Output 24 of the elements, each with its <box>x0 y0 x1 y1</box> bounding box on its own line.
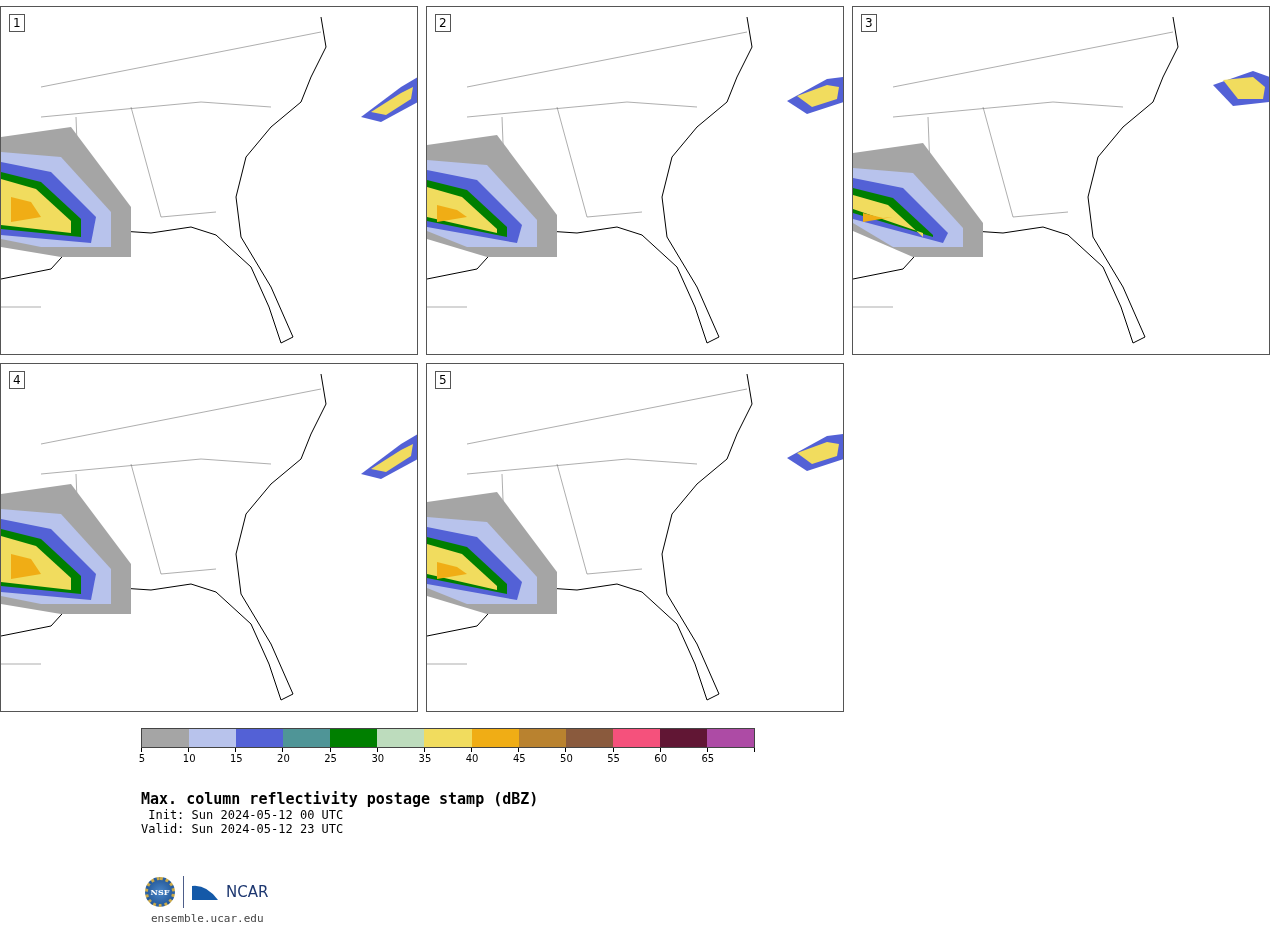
panel-label: 1 <box>9 14 25 32</box>
tick-label: 45 <box>512 753 526 764</box>
tick-label: 5 <box>138 753 146 764</box>
tick-label: 10 <box>182 753 196 764</box>
panel-label: 4 <box>9 371 25 389</box>
panel-label: 5 <box>435 371 451 389</box>
tick-label: 15 <box>229 753 243 764</box>
tick-label: 20 <box>277 753 290 764</box>
tick-label: 35 <box>418 753 432 764</box>
tick-label: 40 <box>465 753 479 764</box>
chart-title: Max. column reflectivity postage stamp (dBZ) <box>141 790 540 808</box>
init-time: Init: Sun 2024-05-12 00 UTC <box>147 808 345 822</box>
tick-label: 60 <box>654 753 668 764</box>
tick-label: 50 <box>560 753 573 764</box>
ncar-logo: NCAR <box>226 883 269 901</box>
tick-label: 65 <box>701 753 715 764</box>
tick-label: 55 <box>607 753 620 764</box>
valid-time: Valid: Sun 2024-05-12 23 UTC <box>141 822 345 836</box>
panel-label: 2 <box>435 14 451 32</box>
panel-label: 3 <box>861 14 877 32</box>
tick-label: 25 <box>324 753 337 764</box>
tick-label: 30 <box>371 753 385 764</box>
website-url: ensemble.ucar.edu <box>151 912 265 925</box>
nsf-logo: NSF <box>145 877 175 907</box>
